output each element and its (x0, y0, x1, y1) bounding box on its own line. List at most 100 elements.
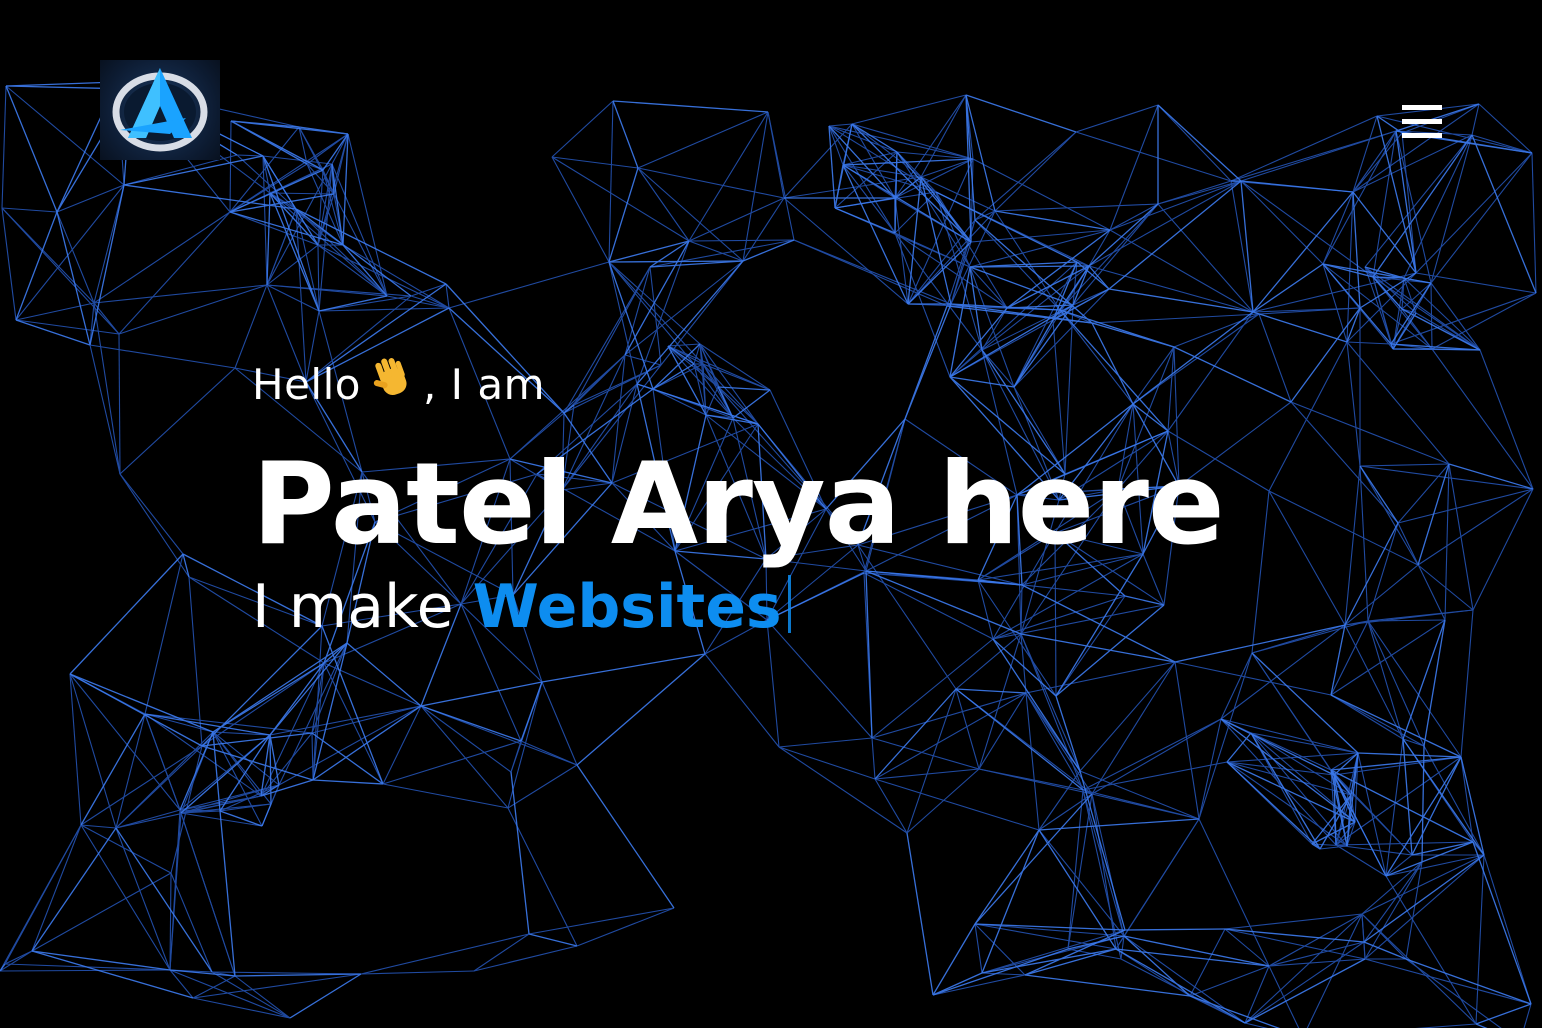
network-line (1330, 694, 1462, 758)
network-line (1405, 958, 1532, 1005)
network-line (318, 307, 450, 312)
network-line (1088, 265, 1110, 290)
network-line (1108, 288, 1254, 313)
network-line (551, 156, 690, 242)
network-line (1157, 104, 1242, 182)
network-line (778, 746, 876, 780)
network-line (1448, 463, 1534, 490)
network-line (119, 367, 236, 475)
network-line (1352, 115, 1378, 193)
network-line (1220, 718, 1359, 754)
network-line (360, 933, 530, 975)
network-line (1251, 652, 1359, 754)
network-line (56, 211, 91, 346)
network-line (608, 240, 690, 263)
network-line (608, 167, 639, 263)
network-line (1157, 180, 1242, 205)
network-line (15, 319, 120, 335)
network-line (637, 167, 785, 199)
tagline-prefix: I make (252, 572, 454, 642)
network-line (236, 154, 264, 157)
hamburger-menu-icon-bar (1402, 118, 1442, 124)
network-line (1020, 633, 1081, 772)
network-line (978, 768, 1084, 791)
network-line (180, 812, 236, 977)
network-line (969, 266, 1074, 306)
network-line (211, 971, 291, 1019)
greeting-line: Hello , I am (252, 345, 1452, 425)
hero-section: Hello , I am Patel Arya here I make Webs… (252, 345, 1452, 645)
network-line (1091, 718, 1222, 795)
network-line (1335, 841, 1474, 846)
network-line (473, 933, 530, 972)
brand-logo[interactable] (100, 60, 220, 160)
network-line (874, 778, 1040, 831)
hero-tagline: I make Websites (252, 569, 1452, 645)
network-line (69, 673, 82, 826)
network-line (0, 950, 33, 972)
waving-hand-icon (367, 355, 417, 405)
network-line (528, 907, 675, 935)
network-line (1240, 180, 1254, 313)
network-line (15, 319, 91, 346)
network-line (551, 156, 610, 263)
network-line (1224, 928, 1366, 960)
typing-cursor (787, 575, 791, 633)
network-line (507, 807, 578, 947)
network-line (1415, 1023, 1477, 1028)
network-line (289, 973, 362, 1019)
network-line (1431, 292, 1537, 350)
network-line (1091, 793, 1125, 937)
menu-button[interactable] (1396, 98, 1448, 144)
network-line (382, 783, 509, 809)
network-line (115, 731, 214, 829)
network-line (1038, 818, 1200, 831)
network-line (1120, 958, 1246, 1024)
network-line (1088, 180, 1242, 267)
network-line (778, 737, 873, 748)
network-line (318, 295, 388, 312)
hero-name: Patel Arya here (252, 438, 1225, 570)
network-line (317, 244, 320, 312)
network-line (31, 872, 172, 952)
network-line (541, 653, 706, 683)
network-line (1, 207, 58, 213)
network-line (15, 184, 125, 321)
network-line (1479, 349, 1534, 490)
network-line (312, 779, 384, 785)
network-line (346, 642, 422, 707)
network-line (212, 642, 348, 733)
network-line (1330, 756, 1462, 771)
network-line (576, 764, 675, 909)
network-line (119, 473, 190, 578)
network-line (932, 974, 1026, 996)
network-line (115, 827, 213, 973)
network-line (767, 111, 785, 199)
network-line (1472, 841, 1532, 1005)
network-line (31, 824, 82, 952)
network-line (783, 197, 909, 305)
network-line (637, 167, 744, 262)
network-line (69, 553, 184, 675)
network-line (1224, 928, 1270, 967)
network-line (473, 945, 578, 972)
network-line (1357, 752, 1462, 758)
network-line (1483, 854, 1532, 1005)
network-line (520, 681, 543, 742)
network-line (80, 824, 172, 874)
network-line (1319, 845, 1348, 850)
network-line (1392, 312, 1417, 350)
network-line (551, 100, 614, 158)
network-line (229, 120, 232, 213)
network-line (978, 633, 1022, 770)
network-line (382, 705, 422, 785)
tagline-highlight: Websites (472, 572, 782, 642)
network-line (1415, 272, 1537, 294)
network-line (778, 746, 908, 834)
network-line (1401, 132, 1417, 274)
network-line (608, 100, 614, 263)
network-line (1346, 341, 1392, 345)
network-line (144, 553, 184, 715)
network-line (420, 681, 543, 707)
network-line (1082, 789, 1200, 820)
